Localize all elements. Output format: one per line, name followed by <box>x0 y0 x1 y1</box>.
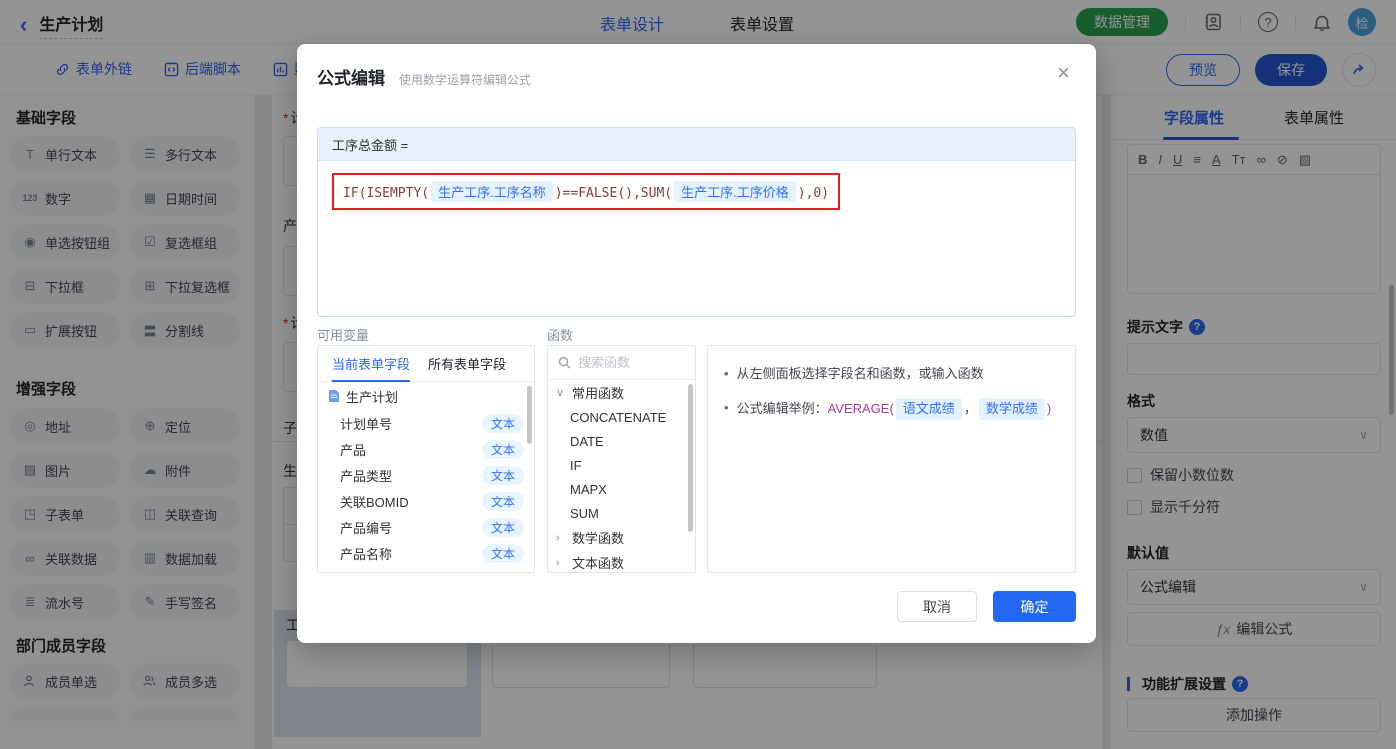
variable-row[interactable]: 关联BOMID 文本 <box>318 488 534 514</box>
field-chip: 语文成绩 <box>895 398 962 420</box>
function-close: ) <box>1046 401 1052 416</box>
dialog-title: 公式编辑 <box>317 69 385 88</box>
formula-code: IF(ISEMPTY( <box>343 186 430 201</box>
tip-line: 从左侧面板选择字段名和函数，或输入函数 <box>724 364 1059 384</box>
tab-current-form-fields[interactable]: 当前表单字段 <box>332 346 411 382</box>
type-badge: 文本 <box>481 413 524 433</box>
function-group-common[interactable]: ∨ 常用函数 <box>548 380 695 405</box>
form-doc-icon <box>328 389 340 403</box>
variable-row[interactable]: 计划单号 文本 <box>318 410 534 436</box>
type-badge: 文本 <box>481 465 524 485</box>
chevron-down-icon: ∨ <box>556 387 565 399</box>
close-icon[interactable]: × <box>1057 62 1070 84</box>
type-badge: 文本 <box>481 439 524 459</box>
tab-all-form-fields[interactable]: 所有表单字段 <box>428 354 506 373</box>
field-chip[interactable]: 生产工序.工序价格 <box>674 181 796 202</box>
type-badge: 文本 <box>481 543 524 563</box>
functions-section-label: 函数 <box>547 328 574 343</box>
type-badge: 文本 <box>481 491 524 511</box>
formula-edit-dialog: 公式编辑 使用数学运算符编辑公式 × 工序总金额 = IF(ISEMPTY(生产… <box>297 44 1096 643</box>
chevron-right-icon: › <box>556 556 560 569</box>
formula-code: ),0) <box>797 186 830 201</box>
scrollbar-thumb[interactable] <box>527 386 532 444</box>
function-item[interactable]: MAPX <box>548 477 695 501</box>
field-chip[interactable]: 生产工序.工序名称 <box>431 181 553 202</box>
variable-row[interactable]: 产品 文本 <box>318 436 534 462</box>
function-group-math[interactable]: › 数学函数 <box>548 525 695 550</box>
formula-code: )==FALSE(),SUM( <box>554 186 673 201</box>
function-item[interactable]: IF <box>548 453 695 477</box>
formula-editor[interactable]: 工序总金额 = IF(ISEMPTY(生产工序.工序名称)==FALSE(),S… <box>317 127 1076 317</box>
tips-panel: 从左侧面板选择字段名和函数，或输入函数 公式编辑举例：AVERAGE(语文成绩，… <box>707 345 1076 573</box>
function-item[interactable]: DATE <box>548 429 695 453</box>
variables-root-node[interactable]: 生产计划 <box>318 382 534 410</box>
comma: ， <box>963 401 977 416</box>
functions-panel: ∨ 常用函数 CONCATENATE DATE IF MAPX SUM › 数学… <box>547 345 696 573</box>
formula-target: 工序总金额 = <box>318 128 1075 161</box>
function-group-text[interactable]: › 文本函数 <box>548 550 695 572</box>
tip-example-line: 公式编辑举例：AVERAGE(语文成绩，数学成绩) <box>724 398 1059 420</box>
field-chip: 数学成绩 <box>978 398 1045 420</box>
example-prefix: 公式编辑举例： <box>736 401 828 416</box>
chevron-right-icon: › <box>556 531 560 544</box>
type-badge: 文本 <box>481 517 524 537</box>
variables-panel: 当前表单字段 所有表单字段 生产计划 计划单号 文本 产品 文本 产品类型 文本 关联… <box>317 345 535 573</box>
formula-expression[interactable]: IF(ISEMPTY(生产工序.工序名称)==FALSE(),SUM(生产工序.… <box>332 173 841 210</box>
scrollbar-thumb[interactable] <box>688 384 693 532</box>
function-search-input[interactable] <box>578 355 678 370</box>
dialog-subtitle: 使用数学运算符编辑公式 <box>399 73 532 87</box>
function-item[interactable]: CONCATENATE <box>548 405 695 429</box>
variable-row[interactable]: 产品编号 文本 <box>318 514 534 540</box>
variable-row[interactable]: 产品名称 文本 <box>318 540 534 566</box>
function-name: AVERAGE( <box>827 401 894 416</box>
variables-section-label: 可用变量 <box>317 328 370 343</box>
variable-row[interactable]: 产品类型 文本 <box>318 462 534 488</box>
search-icon <box>558 356 571 369</box>
cancel-button[interactable]: 取消 <box>897 591 977 622</box>
confirm-button[interactable]: 确定 <box>993 591 1076 622</box>
function-item[interactable]: SUM <box>548 501 695 525</box>
